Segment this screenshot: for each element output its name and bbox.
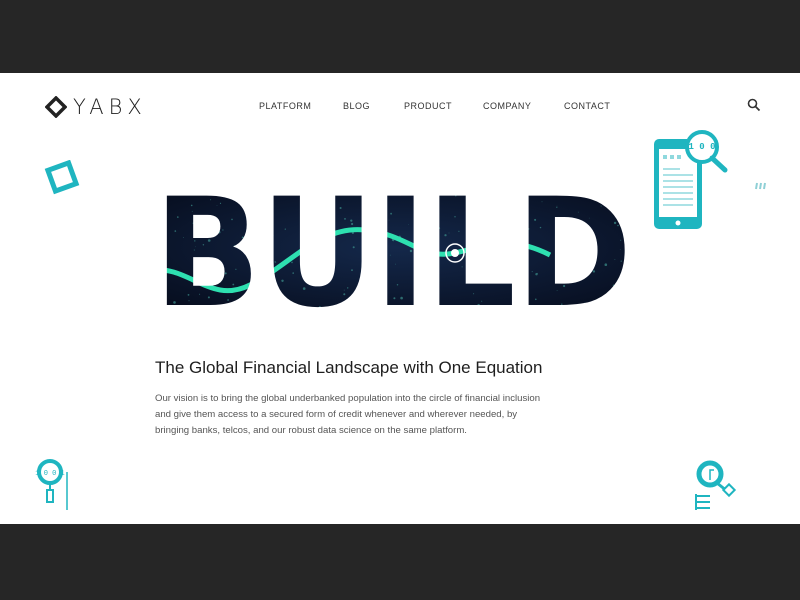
magnifier-key-icon: [695, 460, 737, 510]
hero-word: BUILD: [154, 185, 632, 310]
nav-product[interactable]: PRODUCT: [404, 101, 452, 111]
nav-company[interactable]: COMPANY: [483, 101, 531, 111]
main-nav: PLATFORM BLOG PRODUCT COMPANY CONTACT: [0, 101, 800, 113]
nav-platform[interactable]: PLATFORM: [259, 101, 311, 111]
square-outline-icon: [44, 160, 80, 195]
hero-paragraph: Our vision is to bring the global underb…: [155, 393, 541, 436]
small-digits: 1 0 0 1: [35, 470, 64, 478]
phone-digits: 1 0 0: [688, 142, 715, 152]
hero-build-word: BUILD: [154, 185, 632, 310]
search-icon[interactable]: [747, 98, 761, 112]
dots-icon: [755, 182, 766, 190]
nav-blog[interactable]: BLOG: [343, 101, 370, 111]
phone-magnifier-illustration: 1 0 0: [654, 130, 728, 229]
nav-contact[interactable]: CONTACT: [564, 101, 610, 111]
hero-title: The Global Financial Landscape with One …: [155, 358, 543, 377]
magnifier-data-icon: 1 0 0 1: [35, 459, 68, 510]
